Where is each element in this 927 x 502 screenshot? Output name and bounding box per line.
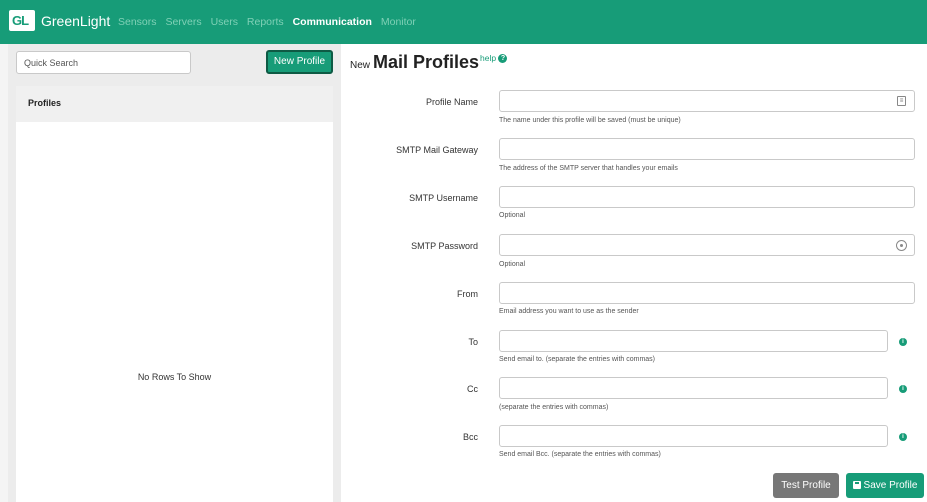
profiles-column-header[interactable]: Profiles xyxy=(16,86,333,122)
clipboard-icon[interactable]: ≡ xyxy=(897,96,906,106)
logo-icon[interactable]: GL xyxy=(9,10,35,31)
nav-servers[interactable]: Servers xyxy=(165,16,201,28)
to-label: To xyxy=(468,337,478,347)
test-profile-button[interactable]: Test Profile xyxy=(773,473,839,498)
cc-label: Cc xyxy=(467,384,478,394)
cc-hint: (separate the entries with commas) xyxy=(499,404,609,411)
help-label: help xyxy=(480,53,497,63)
smtp-password-input[interactable] xyxy=(499,234,915,256)
bcc-label: Bcc xyxy=(462,432,478,442)
nav-monitor[interactable]: Monitor xyxy=(381,16,416,28)
save-profile-button[interactable]: Save Profile xyxy=(846,473,924,498)
save-profile-label: Save Profile xyxy=(863,480,918,491)
main-nav: Sensors Servers Users Reports Communicat… xyxy=(118,16,422,28)
nav-sensors[interactable]: Sensors xyxy=(118,16,157,28)
floppy-disk-icon xyxy=(852,481,861,489)
cc-input[interactable] xyxy=(499,377,888,399)
to-hint: Send email to. (separate the entries wit… xyxy=(499,356,656,363)
from-input[interactable] xyxy=(499,282,915,304)
from-hint: Email address you want to use as the sen… xyxy=(499,308,639,315)
from-label: From xyxy=(457,289,478,299)
logo-text: GL xyxy=(12,13,29,28)
nav-communication[interactable]: Communication xyxy=(293,16,372,28)
nav-reports[interactable]: Reports xyxy=(247,16,284,28)
smtp-gateway-label: SMTP Mail Gateway xyxy=(396,145,478,155)
smtp-username-input[interactable] xyxy=(499,186,915,208)
profiles-list xyxy=(16,122,333,502)
empty-list-message: No Rows To Show xyxy=(137,372,212,382)
profile-name-input[interactable]: ≡ xyxy=(499,90,915,112)
help-link[interactable]: help ? xyxy=(480,53,508,64)
smtp-password-label: SMTP Password xyxy=(411,241,478,251)
profile-name-label: Profile Name xyxy=(425,97,478,107)
smtp-username-hint: Optional xyxy=(499,212,526,219)
to-input[interactable] xyxy=(499,330,888,352)
brand-name[interactable]: GreenLight xyxy=(41,13,110,29)
bcc-info-icon[interactable]: i xyxy=(899,433,907,441)
show-password-icon[interactable] xyxy=(896,240,907,251)
help-icon[interactable]: ? xyxy=(498,54,508,64)
quick-search-input[interactable]: Quick Search xyxy=(16,51,191,74)
profile-name-hint: The name under this profile will be save… xyxy=(499,117,681,124)
smtp-password-hint: Optional xyxy=(499,261,526,268)
page-title: Mail Profiles xyxy=(373,52,480,72)
smtp-gateway-input[interactable] xyxy=(499,138,915,160)
new-profile-button[interactable]: New Profile xyxy=(266,50,333,74)
bcc-input[interactable] xyxy=(499,425,888,447)
smtp-gateway-hint: The address of the SMTP server that hand… xyxy=(499,165,678,172)
top-navbar: GL GreenLight Sensors Servers Users Repo… xyxy=(0,0,927,44)
form-mode-label: New xyxy=(350,60,371,71)
smtp-username-label: SMTP Username xyxy=(409,193,478,203)
cc-info-icon[interactable]: i xyxy=(899,385,907,393)
bcc-hint: Send email Bcc. (separate the entries wi… xyxy=(499,451,661,458)
nav-users[interactable]: Users xyxy=(211,16,238,28)
to-info-icon[interactable]: i xyxy=(899,338,907,346)
